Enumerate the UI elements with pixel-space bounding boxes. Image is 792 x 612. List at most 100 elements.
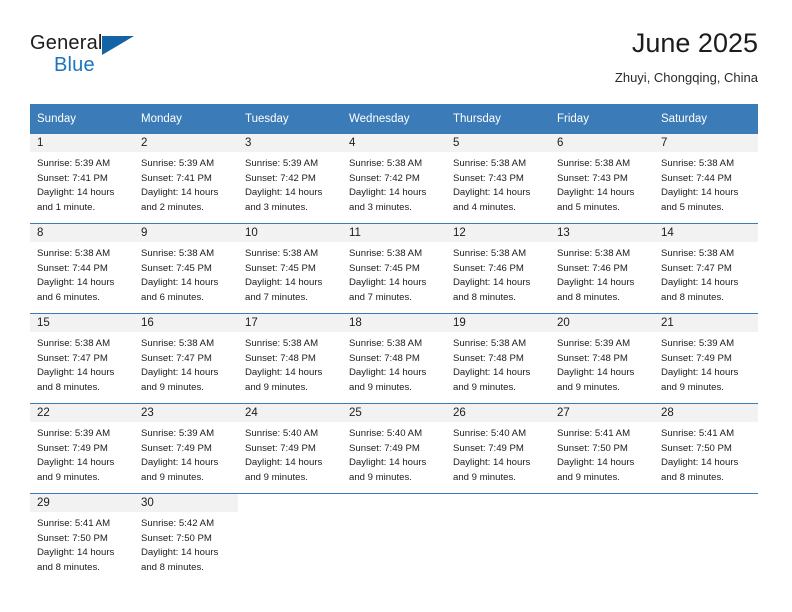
daylight-duration-line1: Daylight: 14 hours <box>349 367 427 379</box>
daylight-duration-line1: Daylight: 14 hours <box>453 277 531 289</box>
day-details: Sunrise: 5:42 AM Sunset: 7:50 PM Daylight:… <box>134 512 238 575</box>
calendar-day-cell[interactable]: 17 Sunrise: 5:38 AM Sunset: 7:48 PM Dayligh… <box>238 313 342 404</box>
sunset-time: Sunset: 7:43 PM <box>453 172 524 184</box>
calendar-day-cell[interactable]: 20 Sunrise: 5:39 AM Sunset: 7:48 PM Dayligh… <box>550 313 654 404</box>
calendar-day-cell[interactable]: 15 Sunrise: 5:38 AM Sunset: 7:47 PM Dayligh… <box>30 313 134 404</box>
day-details <box>550 512 654 517</box>
day-details: Sunrise: 5:38 AM Sunset: 7:47 PM Daylight:… <box>30 332 134 395</box>
sunrise-time: Sunrise: 5:38 AM <box>557 158 631 169</box>
daylight-duration-line2: and 9 minutes. <box>141 471 204 483</box>
day-cell-inner <box>238 494 342 583</box>
day-number <box>446 494 550 512</box>
calendar-day-cell[interactable]: 4 Sunrise: 5:38 AM Sunset: 7:42 PM Daylight… <box>342 134 446 224</box>
daylight-duration-line1: Daylight: 14 hours <box>349 277 427 289</box>
day-cell-inner: 8 Sunrise: 5:38 AM Sunset: 7:44 PM Daylight… <box>30 224 134 313</box>
brand-logo[interactable]: General Blue <box>30 32 150 84</box>
day-number: 8 <box>30 224 134 242</box>
calendar-day-cell[interactable]: 12 Sunrise: 5:38 AM Sunset: 7:46 PM Dayligh… <box>446 223 550 314</box>
calendar-day-cell[interactable]: 3 Sunrise: 5:39 AM Sunset: 7:42 PM Daylight… <box>238 134 342 224</box>
calendar-day-cell[interactable]: 14 Sunrise: 5:38 AM Sunset: 7:47 PM Dayligh… <box>654 223 758 314</box>
calendar-day-cell[interactable]: 26 Sunrise: 5:40 AM Sunset: 7:49 PM Dayligh… <box>446 403 550 494</box>
daylight-duration-line1: Daylight: 14 hours <box>37 277 115 289</box>
calendar-day-cell[interactable]: 7 Sunrise: 5:38 AM Sunset: 7:44 PM Daylight… <box>654 134 758 224</box>
day-details <box>238 512 342 517</box>
calendar-day-cell[interactable]: 23 Sunrise: 5:39 AM Sunset: 7:49 PM Dayligh… <box>134 403 238 494</box>
sunset-time: Sunset: 7:49 PM <box>245 442 316 454</box>
calendar-day-cell[interactable]: 25 Sunrise: 5:40 AM Sunset: 7:49 PM Dayligh… <box>342 403 446 494</box>
day-cell-inner: 11 Sunrise: 5:38 AM Sunset: 7:45 PM Dayligh… <box>342 224 446 313</box>
day-cell-inner: 3 Sunrise: 5:39 AM Sunset: 7:42 PM Daylight… <box>238 134 342 223</box>
calendar-day-cell[interactable]: 10 Sunrise: 5:38 AM Sunset: 7:45 PM Dayligh… <box>238 223 342 314</box>
day-details: Sunrise: 5:40 AM Sunset: 7:49 PM Daylight:… <box>446 422 550 485</box>
sunset-time: Sunset: 7:48 PM <box>245 352 316 364</box>
sunset-time: Sunset: 7:44 PM <box>37 262 108 274</box>
calendar-day-cell[interactable]: 22 Sunrise: 5:39 AM Sunset: 7:49 PM Dayligh… <box>30 403 134 494</box>
sunrise-time: Sunrise: 5:41 AM <box>37 518 111 529</box>
sunrise-time: Sunrise: 5:40 AM <box>349 428 423 439</box>
sunset-time: Sunset: 7:41 PM <box>141 172 212 184</box>
calendar-day-cell[interactable]: 13 Sunrise: 5:38 AM Sunset: 7:46 PM Dayligh… <box>550 223 654 314</box>
sunset-time: Sunset: 7:44 PM <box>661 172 732 184</box>
day-cell-inner: 10 Sunrise: 5:38 AM Sunset: 7:45 PM Dayligh… <box>238 224 342 313</box>
day-cell-inner: 9 Sunrise: 5:38 AM Sunset: 7:45 PM Daylight… <box>134 224 238 313</box>
sunrise-time: Sunrise: 5:39 AM <box>661 338 735 349</box>
day-details: Sunrise: 5:41 AM Sunset: 7:50 PM Daylight:… <box>654 422 758 485</box>
daylight-duration-line1: Daylight: 14 hours <box>557 277 635 289</box>
weekday-header-row: Sunday Monday Tuesday Wednesday Thursday… <box>30 104 758 134</box>
day-cell-inner: 4 Sunrise: 5:38 AM Sunset: 7:42 PM Daylight… <box>342 134 446 223</box>
sunset-time: Sunset: 7:47 PM <box>141 352 212 364</box>
calendar-day-cell <box>550 493 654 583</box>
calendar-day-cell[interactable]: 24 Sunrise: 5:40 AM Sunset: 7:49 PM Dayligh… <box>238 403 342 494</box>
daylight-duration-line1: Daylight: 14 hours <box>141 367 219 379</box>
sunrise-time: Sunrise: 5:39 AM <box>245 158 319 169</box>
day-number: 21 <box>654 314 758 332</box>
day-number: 19 <box>446 314 550 332</box>
calendar-day-cell[interactable]: 5 Sunrise: 5:38 AM Sunset: 7:43 PM Daylight… <box>446 134 550 224</box>
daylight-duration-line2: and 5 minutes. <box>557 201 620 213</box>
calendar-day-cell[interactable]: 2 Sunrise: 5:39 AM Sunset: 7:41 PM Daylight… <box>134 134 238 224</box>
sunset-time: Sunset: 7:45 PM <box>245 262 316 274</box>
calendar-day-cell[interactable]: 18 Sunrise: 5:38 AM Sunset: 7:48 PM Dayligh… <box>342 313 446 404</box>
daylight-duration-line1: Daylight: 14 hours <box>453 457 531 469</box>
day-cell-inner: 30 Sunrise: 5:42 AM Sunset: 7:50 PM Dayligh… <box>134 494 238 583</box>
sunrise-time: Sunrise: 5:38 AM <box>349 158 423 169</box>
sunrise-time: Sunrise: 5:38 AM <box>245 338 319 349</box>
day-details: Sunrise: 5:38 AM Sunset: 7:44 PM Daylight:… <box>654 152 758 215</box>
calendar-day-cell[interactable]: 6 Sunrise: 5:38 AM Sunset: 7:43 PM Daylight… <box>550 134 654 224</box>
calendar-day-cell[interactable]: 21 Sunrise: 5:39 AM Sunset: 7:49 PM Dayligh… <box>654 313 758 404</box>
day-details: Sunrise: 5:39 AM Sunset: 7:49 PM Daylight:… <box>654 332 758 395</box>
daylight-duration-line2: and 8 minutes. <box>661 291 724 303</box>
day-details: Sunrise: 5:38 AM Sunset: 7:45 PM Daylight:… <box>342 242 446 305</box>
day-details: Sunrise: 5:39 AM Sunset: 7:49 PM Daylight:… <box>134 422 238 485</box>
daylight-duration-line1: Daylight: 14 hours <box>37 457 115 469</box>
calendar-day-cell[interactable]: 19 Sunrise: 5:38 AM Sunset: 7:48 PM Dayligh… <box>446 313 550 404</box>
day-details: Sunrise: 5:38 AM Sunset: 7:48 PM Daylight:… <box>446 332 550 395</box>
calendar-day-cell[interactable]: 11 Sunrise: 5:38 AM Sunset: 7:45 PM Dayligh… <box>342 223 446 314</box>
day-cell-inner: 19 Sunrise: 5:38 AM Sunset: 7:48 PM Dayligh… <box>446 314 550 403</box>
sunrise-sunset-calendar: Sunday Monday Tuesday Wednesday Thursday… <box>30 104 758 583</box>
calendar-day-cell <box>654 493 758 583</box>
weekday-header-wednesday: Wednesday <box>342 104 446 134</box>
daylight-duration-line2: and 1 minute. <box>37 201 96 213</box>
daylight-duration-line1: Daylight: 14 hours <box>37 547 115 559</box>
sunset-time: Sunset: 7:50 PM <box>141 532 212 544</box>
daylight-duration-line1: Daylight: 14 hours <box>557 187 635 199</box>
calendar-day-cell[interactable]: 29 Sunrise: 5:41 AM Sunset: 7:50 PM Dayligh… <box>30 493 134 583</box>
day-number: 30 <box>134 494 238 512</box>
calendar-day-cell[interactable]: 28 Sunrise: 5:41 AM Sunset: 7:50 PM Dayligh… <box>654 403 758 494</box>
day-number: 1 <box>30 134 134 152</box>
day-cell-inner: 21 Sunrise: 5:39 AM Sunset: 7:49 PM Dayligh… <box>654 314 758 403</box>
daylight-duration-line2: and 9 minutes. <box>245 381 308 393</box>
calendar-day-cell[interactable]: 30 Sunrise: 5:42 AM Sunset: 7:50 PM Dayligh… <box>134 493 238 583</box>
calendar-day-cell[interactable]: 9 Sunrise: 5:38 AM Sunset: 7:45 PM Daylight… <box>134 223 238 314</box>
weekday-header-tuesday: Tuesday <box>238 104 342 134</box>
calendar-day-cell[interactable]: 1 Sunrise: 5:39 AM Sunset: 7:41 PM Daylight… <box>30 134 134 224</box>
brand-name-blue: Blue <box>54 54 95 76</box>
calendar-day-cell[interactable]: 16 Sunrise: 5:38 AM Sunset: 7:47 PM Dayligh… <box>134 313 238 404</box>
day-number: 26 <box>446 404 550 422</box>
calendar-day-cell[interactable]: 8 Sunrise: 5:38 AM Sunset: 7:44 PM Daylight… <box>30 223 134 314</box>
calendar-day-cell[interactable]: 27 Sunrise: 5:41 AM Sunset: 7:50 PM Dayligh… <box>550 403 654 494</box>
day-details: Sunrise: 5:40 AM Sunset: 7:49 PM Daylight:… <box>238 422 342 485</box>
daylight-duration-line2: and 5 minutes. <box>661 201 724 213</box>
day-number <box>654 494 758 512</box>
